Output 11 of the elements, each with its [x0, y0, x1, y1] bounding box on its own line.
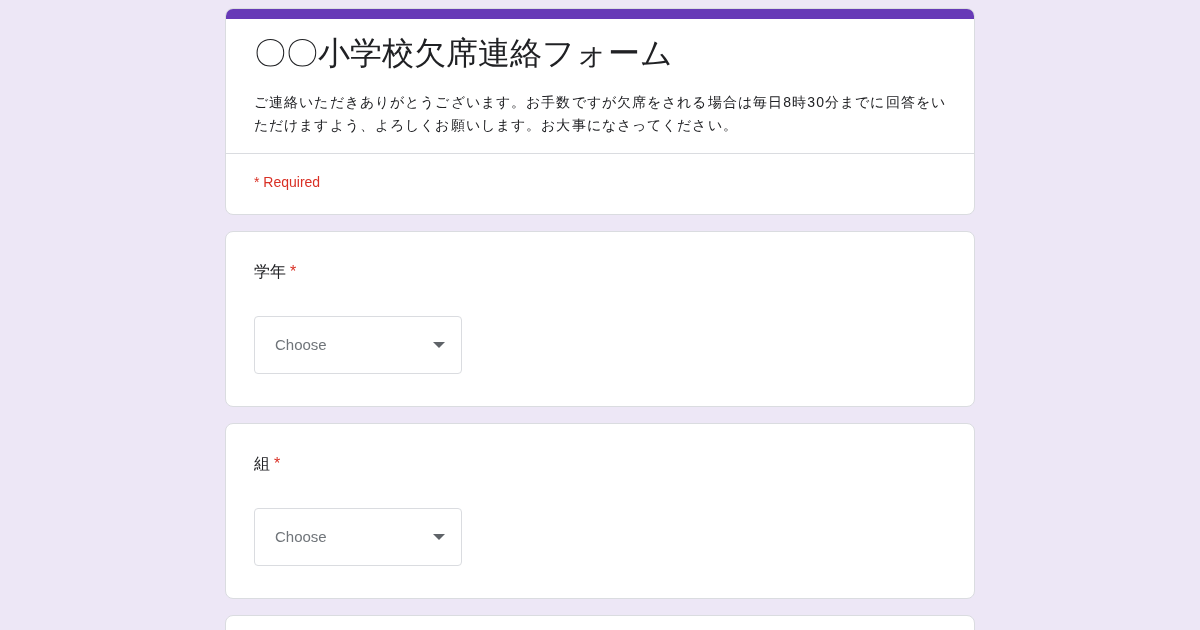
choose-dropdown[interactable]: Choose	[254, 508, 462, 566]
required-asterisk: *	[274, 454, 281, 474]
choose-dropdown[interactable]: Choose	[254, 316, 462, 374]
required-note: * Required	[254, 174, 321, 190]
caret-icon	[433, 342, 445, 348]
form-description: ご連絡いただきありがとうございます。お手数ですが欠席をされる場合は毎日8時30分までに回答をいただけますよう、よろしくお願いします。お大事になさってください。	[254, 93, 946, 135]
form-title: 〇〇小学校欠席連絡フォーム	[254, 34, 674, 73]
required-asterisk: *	[290, 262, 297, 282]
question-label: 組	[254, 454, 270, 474]
caret-icon	[433, 534, 445, 540]
question-label: 学年	[254, 262, 286, 282]
